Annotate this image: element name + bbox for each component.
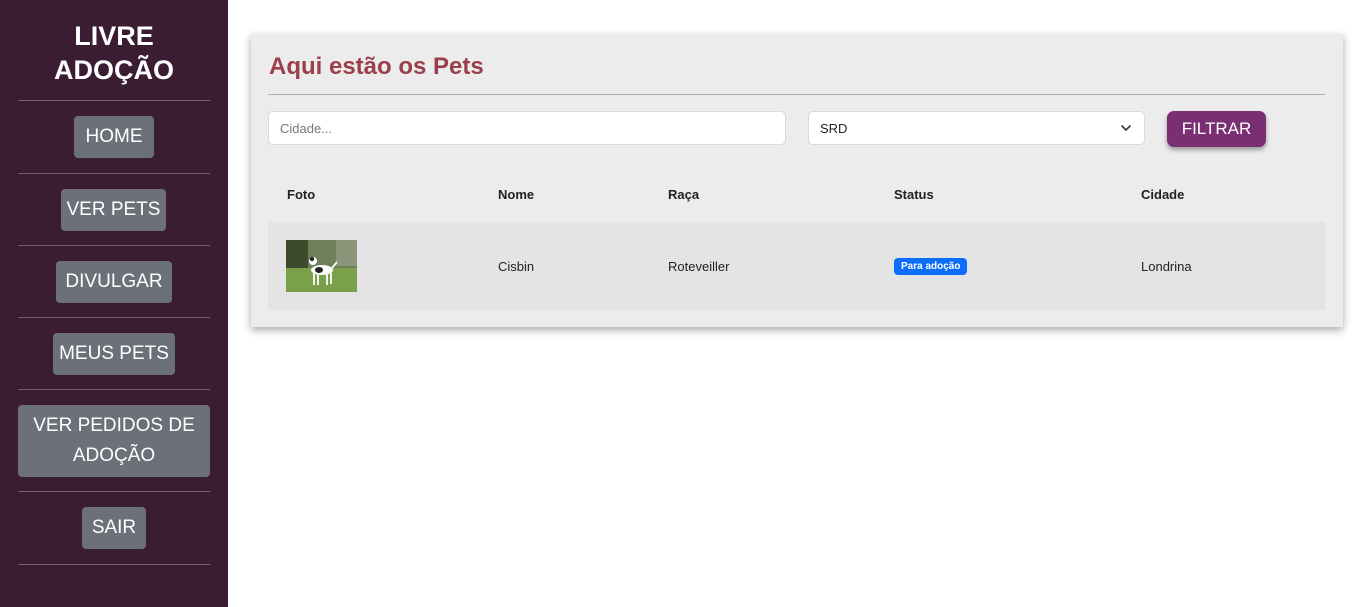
title-divider — [268, 94, 1325, 95]
brand-line-1: LIVRE — [74, 21, 154, 51]
breed-select[interactable]: SRD — [808, 111, 1145, 145]
nav-ver-pedidos-line-2: ADOÇÃO — [72, 445, 156, 466]
nav-ver-pedidos-button[interactable]: VER PEDIDOS DE ADOÇÃO — [18, 405, 210, 477]
nav-divulgar-button[interactable]: DIVULGAR — [56, 261, 172, 303]
nav-sair-button[interactable]: SAIR — [82, 507, 146, 549]
nav-divider — [18, 564, 210, 565]
nav-ver-pets-button[interactable]: VER PETS — [61, 189, 166, 231]
column-header-nome: Nome — [498, 187, 535, 202]
sidebar: LIVRE ADOÇÃO HOME VER PETS DIVULGAR MEUS… — [0, 0, 228, 607]
pet-name-cell: Cisbin — [498, 259, 535, 274]
nav-meus-pets-button[interactable]: MEUS PETS — [53, 333, 175, 375]
brand-logo: LIVRE ADOÇÃO — [0, 0, 228, 100]
pet-breed-cell: Roteveiller — [668, 259, 730, 274]
nav-divider — [18, 245, 210, 246]
breed-select-value: SRD — [820, 120, 848, 136]
nav-divider — [18, 317, 210, 318]
status-badge: Para adoção — [894, 258, 968, 275]
pet-photo — [286, 240, 357, 292]
nav-home-button[interactable]: HOME — [74, 116, 154, 158]
nav-divider — [18, 100, 210, 101]
column-header-status: Status — [894, 187, 934, 202]
brand-line-2: ADOÇÃO — [54, 55, 174, 85]
filter-button[interactable]: FILTRAR — [1167, 111, 1266, 147]
pet-city-cell: Londrina — [1141, 259, 1192, 274]
nav-ver-pedidos-line-1: VER PEDIDOS DE — [33, 415, 195, 436]
nav-divider — [18, 491, 210, 492]
nav-divider — [18, 173, 210, 174]
chevron-down-icon — [1121, 125, 1131, 131]
column-header-raca: Raça — [668, 187, 700, 202]
pets-card: Aqui estão os Pets SRD FILTRAR Foto Nome… — [251, 34, 1343, 327]
column-header-foto: Foto — [287, 187, 316, 202]
app-root: LIVRE ADOÇÃO HOME VER PETS DIVULGAR MEUS… — [0, 0, 1364, 607]
nav-divider — [18, 389, 210, 390]
table-row[interactable]: Cisbin Roteveiller Para adoção Londrina — [268, 222, 1325, 310]
page-title: Aqui estão os Pets — [269, 53, 484, 80]
column-header-cidade: Cidade — [1141, 187, 1185, 202]
city-search-input[interactable] — [268, 111, 786, 145]
